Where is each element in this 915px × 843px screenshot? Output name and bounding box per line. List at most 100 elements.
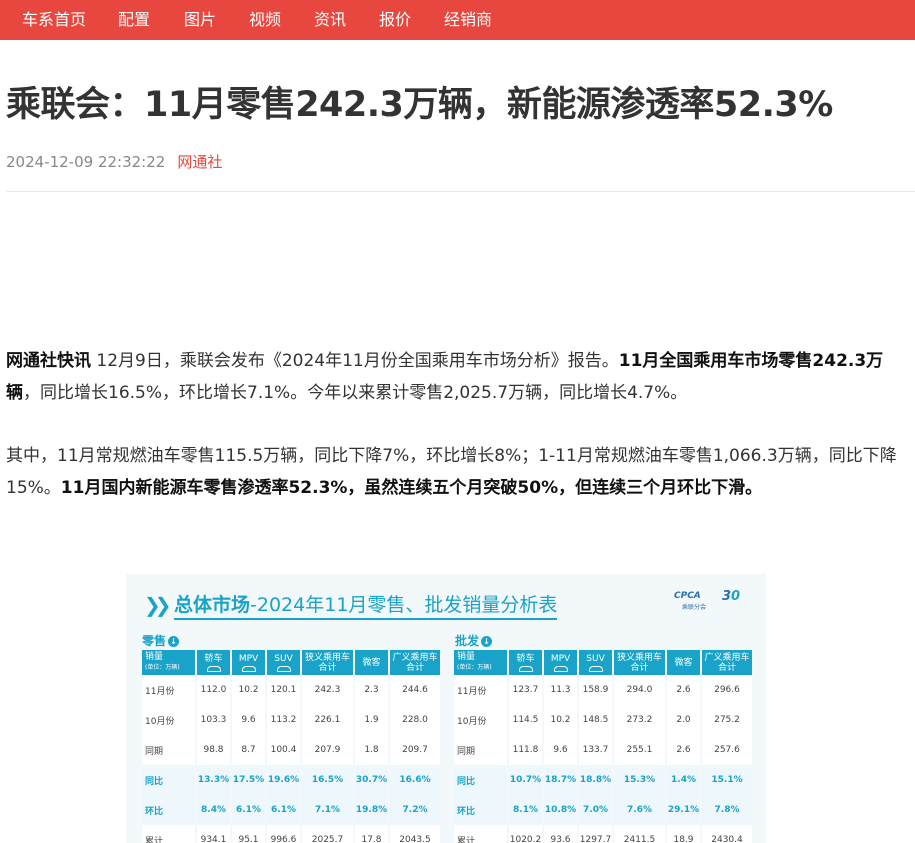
table-cell: 10.2 xyxy=(544,705,577,735)
table-header-cell: 狭义乘用车合计 xyxy=(614,650,665,675)
p1-text-1: 12月9日，乘联会发布《2024年11月份全国乘用车市场分析》报告。 xyxy=(91,351,619,371)
anniversary-logo: 30 xyxy=(722,589,741,604)
table-cell: 120.1 xyxy=(267,675,300,705)
table-cell: 29.1% xyxy=(667,795,700,825)
figure-title-rest: -2024年11月零售、批发销量分析表 xyxy=(250,594,558,616)
table-header-cell: 微客 xyxy=(667,650,700,675)
table-row: 10月份 103.3 9.6 113.2 226.1 1.9 228.0 xyxy=(142,705,440,735)
car-icon xyxy=(241,665,256,672)
nav-videos[interactable]: 视频 xyxy=(249,0,281,40)
table-cell: 环比 xyxy=(142,795,195,825)
table-row: 10月份 114.5 10.2 148.5 273.2 2.0 275.2 xyxy=(454,705,752,735)
figure-title: 总体市场-2024年11月零售、批发销量分析表 xyxy=(174,590,558,620)
table-cell: 95.1 xyxy=(232,825,265,843)
top-nav: 车系首页 配置 图片 视频 资讯 报价 经销商 xyxy=(0,0,915,40)
p2-bold-1: 11月国内新能源车零售渗透率52.3%，虽然连续五个月突破50%，但连续三个月环… xyxy=(60,478,763,498)
table-cell: 2.6 xyxy=(667,675,700,705)
table-cell: 123.7 xyxy=(509,675,542,705)
table-header-cell: 微客 xyxy=(355,650,388,675)
table-cell: 226.1 xyxy=(302,705,353,735)
table-header-row: 销量 (单位：万辆) 轿车 MPV SUV 狭义乘用车合计 微客 广义乘用车合计 xyxy=(142,650,440,675)
table-header-cell: 狭义乘用车合计 xyxy=(302,650,353,675)
table-cell: 2411.5 xyxy=(614,825,665,843)
table-row: 环比 8.4% 6.1% 6.1% 7.1% 19.8% 7.2% xyxy=(142,795,440,825)
table-cell: 7.1% xyxy=(302,795,353,825)
table-row: 同比 10.7% 18.7% 18.8% 15.3% 1.4% 15.1% xyxy=(454,765,752,795)
table-cell: 19.8% xyxy=(355,795,388,825)
table-cell: 6.1% xyxy=(232,795,265,825)
table-cell: 273.2 xyxy=(614,705,665,735)
table-cell: 2025.7 xyxy=(302,825,353,843)
table-header-cell: 轿车 xyxy=(509,650,542,675)
table-row: 11月份 112.0 10.2 120.1 242.3 2.3 244.6 xyxy=(142,675,440,705)
table-cell: 7.6% xyxy=(614,795,665,825)
table-cell: 244.6 xyxy=(390,675,440,705)
table-cell: 257.6 xyxy=(702,735,752,765)
table-header-cell: MPV xyxy=(544,650,577,675)
car-icon xyxy=(518,665,533,672)
table-cell: 环比 xyxy=(454,795,507,825)
table-cell: 15.3% xyxy=(614,765,665,795)
nav-series-home[interactable]: 车系首页 xyxy=(22,0,86,40)
table-cell: 934.1 xyxy=(197,825,230,843)
table-cell: 228.0 xyxy=(390,705,440,735)
car-icon xyxy=(588,665,603,672)
table-cell: 1.4% xyxy=(667,765,700,795)
double-chevron-icon: ❯❯ xyxy=(144,593,171,617)
wholesale-section-label: 批发 ↓ xyxy=(455,632,493,649)
table-cell: 103.3 xyxy=(197,705,230,735)
table-cell: 996.6 xyxy=(267,825,300,843)
nav-price[interactable]: 报价 xyxy=(379,0,411,40)
table-header-cell: SUV xyxy=(579,650,612,675)
table-cell: 1.9 xyxy=(355,705,388,735)
table-cell: 8.1% xyxy=(509,795,542,825)
table-cell: 同期 xyxy=(142,735,195,765)
table-cell: 16.5% xyxy=(302,765,353,795)
table-cell: 1020.2 xyxy=(509,825,542,843)
table-cell: 18.8% xyxy=(579,765,612,795)
table-header-row: 销量 (单位：万辆) 轿车 MPV SUV 狭义乘用车合计 微客 广义乘用车合计 xyxy=(454,650,752,675)
table-cell: 7.0% xyxy=(579,795,612,825)
table-cell: 209.7 xyxy=(390,735,440,765)
nav-config[interactable]: 配置 xyxy=(118,0,150,40)
table-cell: 11.3 xyxy=(544,675,577,705)
table-cell: 15.1% xyxy=(702,765,752,795)
arrow-down-icon: ↓ xyxy=(481,636,493,647)
table-header-cell: MPV xyxy=(232,650,265,675)
table-cell: 累计 xyxy=(454,825,507,843)
table-row: 环比 8.1% 10.8% 7.0% 7.6% 29.1% 7.8% xyxy=(454,795,752,825)
table-cell: 2043.5 xyxy=(390,825,440,843)
car-icon xyxy=(553,665,568,672)
table-cell: 2.0 xyxy=(667,705,700,735)
wholesale-table: 销量 (单位：万辆) 轿车 MPV SUV 狭义乘用车合计 微客 广义乘用车合计 11月份 12… xyxy=(452,650,754,843)
table-cell: 累计 xyxy=(142,825,195,843)
source-link[interactable]: 网通社 xyxy=(177,153,222,171)
table-cell: 30.7% xyxy=(355,765,388,795)
table-cell: 7.2% xyxy=(390,795,440,825)
table-cell: 10.2 xyxy=(232,675,265,705)
table-cell: 9.6 xyxy=(544,735,577,765)
cpca-logo-sub: 乘联分会 xyxy=(682,604,707,611)
figure-title-main: 总体市场 xyxy=(174,594,251,616)
table-cell: 9.6 xyxy=(232,705,265,735)
table-cell: 2430.4 xyxy=(702,825,752,843)
table-cell: 112.0 xyxy=(197,675,230,705)
article-title: 乘联会：11月零售242.3万辆，新能源渗透率52.3% xyxy=(6,85,833,125)
table-cell: 7.8% xyxy=(702,795,752,825)
table-header-cell: 销量 (单位：万辆) xyxy=(454,650,507,675)
nav-images[interactable]: 图片 xyxy=(184,0,216,40)
table-cell: 133.7 xyxy=(579,735,612,765)
table-cell: 93.6 xyxy=(544,825,577,843)
cpca-logo: CPCA xyxy=(674,591,701,601)
table-row: 同期 98.8 8.7 100.4 207.9 1.8 209.7 xyxy=(142,735,440,765)
article-meta: 2024-12-09 22:32:22 网通社 xyxy=(6,151,222,172)
table-cell: 8.7 xyxy=(232,735,265,765)
table-cell: 100.4 xyxy=(267,735,300,765)
nav-news[interactable]: 资讯 xyxy=(314,0,346,40)
nav-dealers[interactable]: 经销商 xyxy=(444,0,492,40)
table-cell: 2.3 xyxy=(355,675,388,705)
table-cell: 296.6 xyxy=(702,675,752,705)
table-header-cell: SUV xyxy=(267,650,300,675)
table-cell: 294.0 xyxy=(614,675,665,705)
table-cell: 13.3% xyxy=(197,765,230,795)
